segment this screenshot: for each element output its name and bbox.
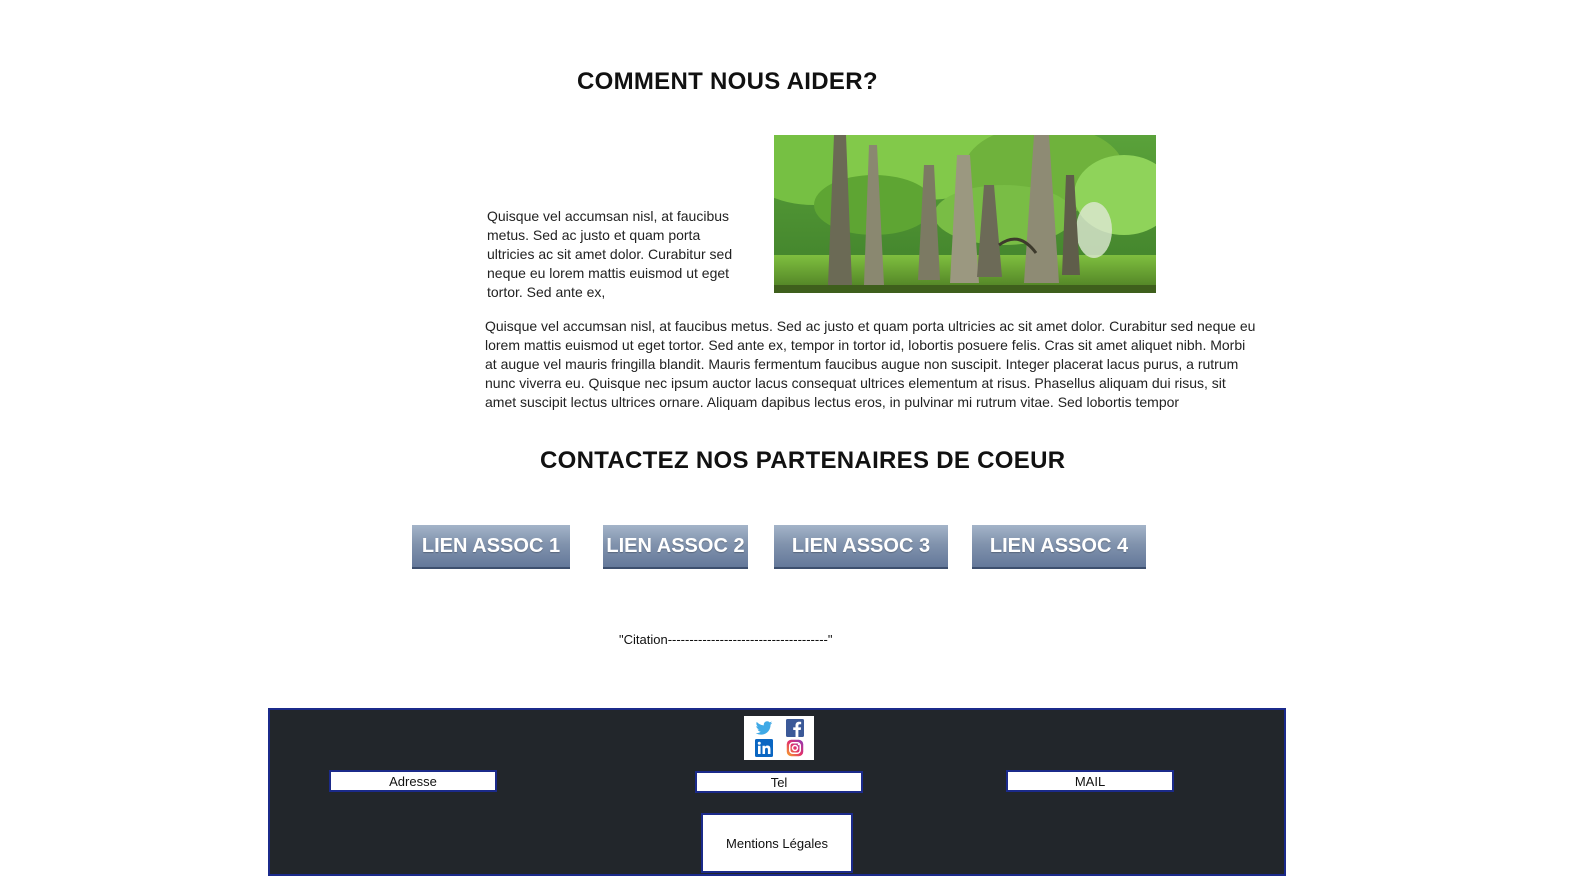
assoc-link-button-1[interactable]: LIEN ASSOC 1	[412, 525, 570, 569]
social-links	[744, 716, 814, 760]
assoc-link-button-3[interactable]: LIEN ASSOC 3	[774, 525, 948, 569]
body-paragraph: Quisque vel accumsan nisl, at faucibus m…	[485, 318, 1256, 410]
instagram-icon[interactable]	[786, 739, 804, 757]
quote-text: "Citation-------------------------------…	[619, 632, 833, 647]
forest-photo	[774, 135, 1156, 293]
legal-notice-link[interactable]: Mentions Légales	[701, 813, 853, 873]
footer: Adresse Tel MAIL Mentions Légales	[268, 708, 1286, 876]
assoc-link-button-2[interactable]: LIEN ASSOC 2	[603, 525, 748, 569]
facebook-icon[interactable]	[785, 719, 804, 737]
mail-box[interactable]: MAIL	[1006, 770, 1174, 792]
section-title-partners: CONTACTEZ NOS PARTENAIRES DE COEUR	[540, 447, 1066, 474]
linkedin-icon[interactable]	[754, 739, 773, 757]
section-title-help: COMMENT NOUS AIDER?	[577, 68, 878, 95]
intro-paragraph: Quisque vel accumsan nisl, at faucibus m…	[487, 208, 733, 300]
assoc-link-button-4[interactable]: LIEN ASSOC 4	[972, 525, 1146, 569]
address-box[interactable]: Adresse	[329, 770, 497, 792]
twitter-icon[interactable]	[755, 719, 773, 737]
phone-box[interactable]: Tel	[695, 771, 863, 793]
